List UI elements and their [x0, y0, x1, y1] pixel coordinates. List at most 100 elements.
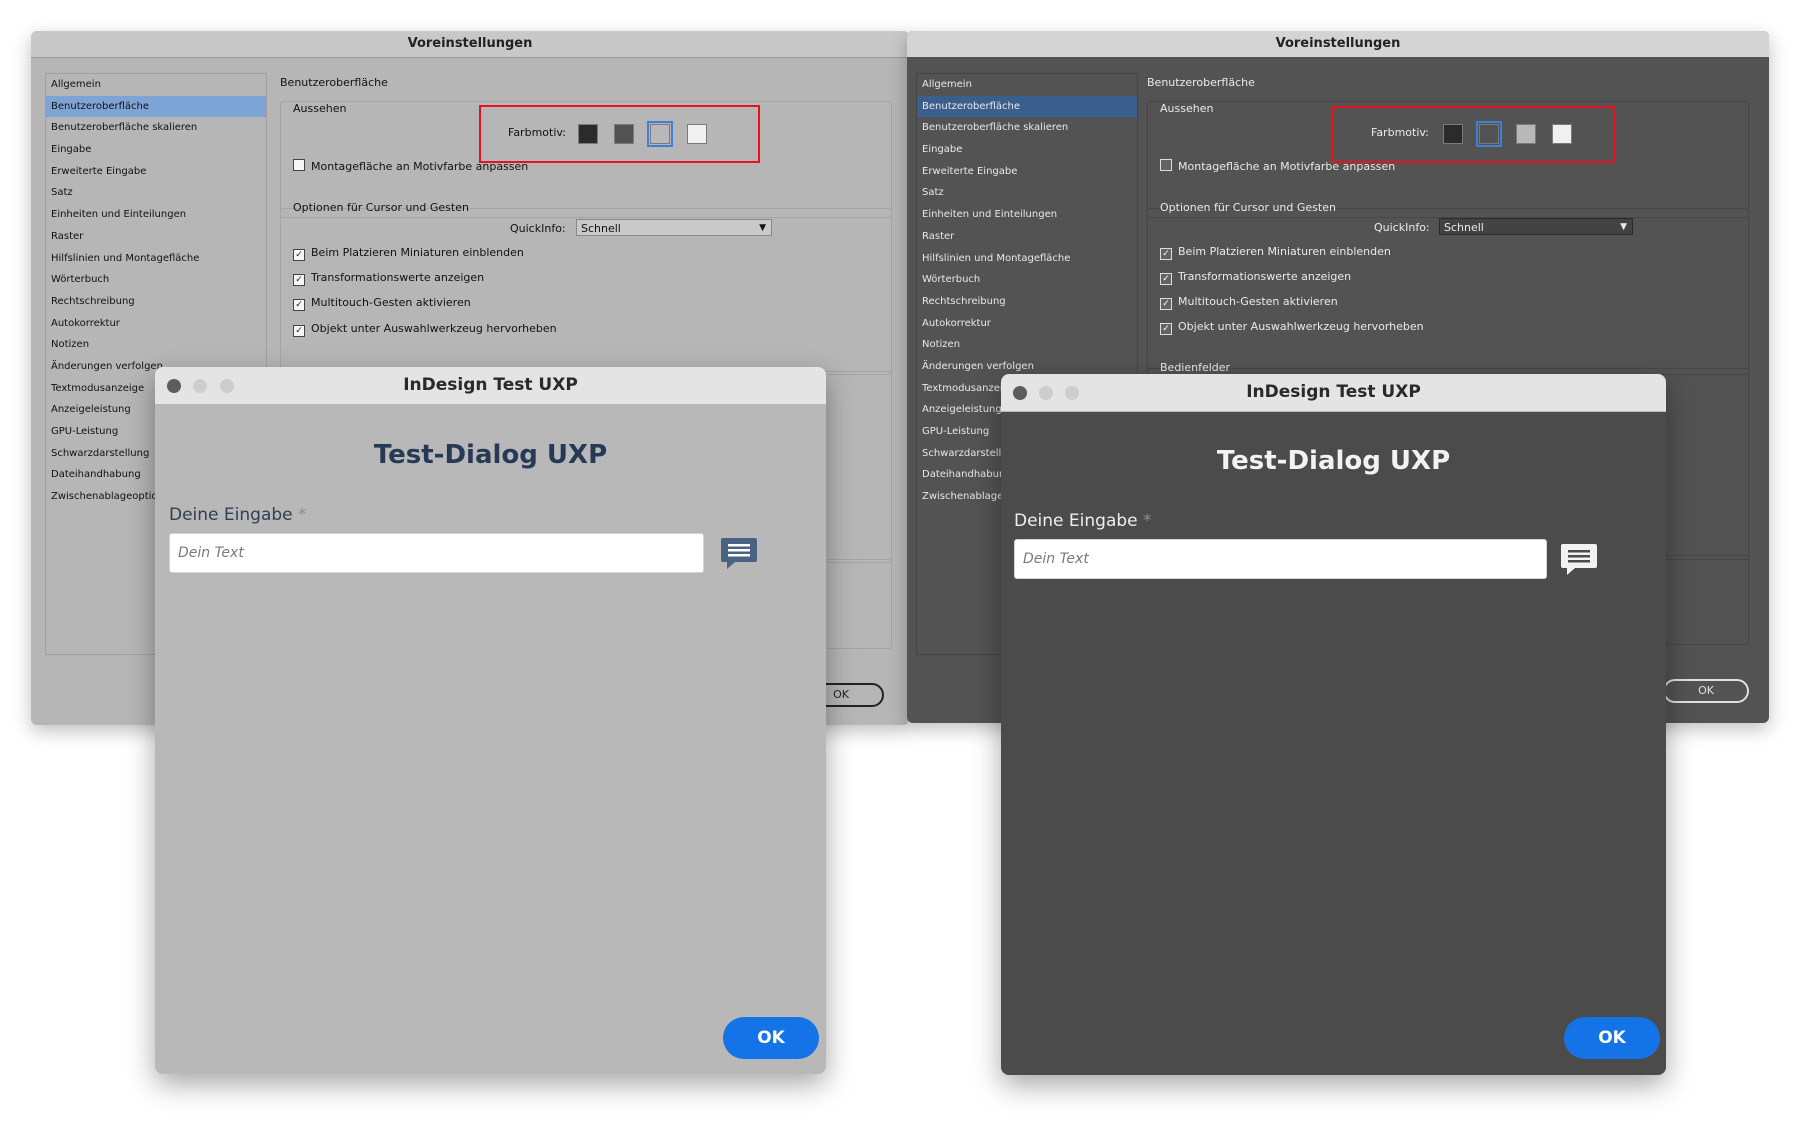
nav-item-satz[interactable]: Satz [46, 182, 266, 204]
pasteboard-option[interactable]: Montagefläche an Motivfarbe anpassen [1160, 159, 1395, 173]
pasteboard-option[interactable]: Montagefläche an Motivfarbe anpassen [293, 159, 528, 173]
ok-button[interactable]: OK [1564, 1017, 1660, 1059]
dialog-heading: Test-Dialog UXP [373, 440, 608, 470]
pasteboard-option-label: Montagefläche an Motivfarbe anpassen [311, 160, 529, 173]
checkbox-checked-icon[interactable]: ✓ [293, 325, 305, 337]
nav-item-eingabe[interactable]: Eingabe [46, 139, 266, 161]
checkbox-checked-icon[interactable]: ✓ [1160, 248, 1172, 260]
nav-item-autokorrektur[interactable]: Autokorrektur [46, 313, 266, 335]
highlight-box [1332, 106, 1615, 163]
option-transform-values[interactable]: ✓ Transformationswerte anzeigen [1160, 270, 1351, 285]
uxp-dialog-light: InDesign Test UXP Test-Dialog UXP Deine … [155, 367, 826, 1074]
option-thumbnails-label: Beim Platzieren Miniaturen einblenden [311, 246, 524, 259]
highlight-box [479, 105, 760, 163]
text-input[interactable] [1014, 539, 1547, 579]
field-label: Deine Eingabe * [1014, 511, 1152, 531]
close-icon[interactable] [1013, 386, 1027, 400]
checkbox-checked-icon[interactable]: ✓ [1160, 298, 1172, 310]
quickinfo-value: Schnell [581, 222, 621, 235]
comment-icon[interactable] [1559, 542, 1599, 578]
cursor-gestures-group-title: Optionen für Cursor und Gesten [1160, 201, 1336, 214]
nav-item-hilfslinien[interactable]: Hilfslinien und Montagefläche [917, 248, 1137, 270]
option-multitouch-label: Multitouch-Gesten aktivieren [1178, 295, 1338, 308]
text-input[interactable] [169, 533, 704, 573]
quickinfo-select[interactable]: Schnell ▼ [576, 219, 772, 236]
checkbox-checked-icon[interactable]: ✓ [1160, 273, 1172, 285]
dialog-heading: Test-Dialog UXP [1216, 446, 1451, 476]
nav-item-rechtschreibung[interactable]: Rechtschreibung [46, 291, 266, 313]
quickinfo-label: QuickInfo: [1374, 221, 1430, 234]
option-multitouch[interactable]: ✓ Multitouch-Gesten aktivieren [293, 296, 471, 311]
minimize-icon[interactable] [193, 379, 207, 393]
option-transform-values[interactable]: ✓ Transformationswerte anzeigen [293, 271, 484, 286]
ok-button[interactable]: OK [723, 1017, 819, 1059]
nav-item-notizen[interactable]: Notizen [46, 334, 266, 356]
nav-item-benutzeroberflaeche[interactable]: Benutzeroberfläche [46, 95, 266, 118]
field-label-text: Deine Eingabe [169, 505, 293, 525]
nav-item-woerterbuch[interactable]: Wörterbuch [46, 269, 266, 291]
close-icon[interactable] [167, 379, 181, 393]
nav-item-satz[interactable]: Satz [917, 182, 1137, 204]
nav-item-woerterbuch[interactable]: Wörterbuch [917, 269, 1137, 291]
prefs-ok-button[interactable]: OK [1663, 679, 1749, 703]
pane-title: Benutzeroberfläche [280, 76, 388, 89]
quickinfo-label: QuickInfo: [510, 222, 566, 235]
appearance-group-title: Aussehen [293, 102, 347, 115]
cursor-gestures-group-title: Optionen für Cursor und Gesten [293, 201, 469, 214]
dialog-title: InDesign Test UXP [1001, 374, 1666, 412]
zoom-icon[interactable] [220, 379, 234, 393]
checkbox-checked-icon[interactable]: ✓ [293, 274, 305, 286]
option-highlight-object[interactable]: ✓ Objekt unter Auswahlwerkzeug hervorhebe… [293, 322, 557, 337]
checkbox-unchecked-icon[interactable] [293, 159, 305, 171]
nav-item-eingabe[interactable]: Eingabe [917, 139, 1137, 161]
option-highlight-object-label: Objekt unter Auswahlwerkzeug hervorheben [1178, 320, 1424, 333]
option-transform-values-label: Transformationswerte anzeigen [311, 271, 485, 284]
chevron-down-icon: ▼ [759, 223, 766, 233]
option-transform-values-label: Transformationswerte anzeigen [1178, 270, 1352, 283]
panels-group-title: Bedienfelder [1160, 361, 1231, 374]
zoom-icon[interactable] [1065, 386, 1079, 400]
minimize-icon[interactable] [1039, 386, 1053, 400]
option-highlight-object[interactable]: ✓ Objekt unter Auswahlwerkzeug hervorhebe… [1160, 320, 1424, 335]
nav-item-allgemein[interactable]: Allgemein [917, 74, 1137, 96]
option-thumbnails[interactable]: ✓ Beim Platzieren Miniaturen einblenden [1160, 245, 1391, 260]
nav-item-erweiterte-eingabe[interactable]: Erweiterte Eingabe [917, 161, 1137, 183]
checkbox-unchecked-icon[interactable] [1160, 159, 1172, 171]
chevron-down-icon: ▼ [1620, 222, 1627, 232]
nav-item-einheiten[interactable]: Einheiten und Einteilungen [917, 204, 1137, 226]
window-title: Voreinstellungen [907, 31, 1769, 57]
nav-item-benutzeroberflaeche[interactable]: Benutzeroberfläche [917, 95, 1137, 118]
pane-title: Benutzeroberfläche [1147, 76, 1255, 89]
field-label-text: Deine Eingabe [1014, 511, 1138, 531]
checkbox-checked-icon[interactable]: ✓ [1160, 323, 1172, 335]
checkbox-checked-icon[interactable]: ✓ [293, 299, 305, 311]
nav-item-hilfslinien[interactable]: Hilfslinien und Montagefläche [46, 248, 266, 270]
uxp-dialog-dark: InDesign Test UXP Test-Dialog UXP Deine … [1001, 374, 1666, 1075]
nav-item-notizen[interactable]: Notizen [917, 334, 1137, 356]
dialog-title: InDesign Test UXP [155, 367, 826, 405]
quickinfo-select[interactable]: Schnell ▼ [1439, 218, 1633, 235]
nav-item-einheiten[interactable]: Einheiten und Einteilungen [46, 204, 266, 226]
nav-item-ui-scaling[interactable]: Benutzeroberfläche skalieren [917, 117, 1137, 139]
nav-item-ui-scaling[interactable]: Benutzeroberfläche skalieren [46, 117, 266, 139]
option-thumbnails[interactable]: ✓ Beim Platzieren Miniaturen einblenden [293, 246, 524, 261]
nav-item-rechtschreibung[interactable]: Rechtschreibung [917, 291, 1137, 313]
required-marker: * [298, 505, 307, 525]
nav-item-autokorrektur[interactable]: Autokorrektur [917, 313, 1137, 335]
checkbox-checked-icon[interactable]: ✓ [293, 249, 305, 261]
pasteboard-option-label: Montagefläche an Motivfarbe anpassen [1178, 160, 1396, 173]
nav-item-allgemein[interactable]: Allgemein [46, 74, 266, 96]
option-highlight-object-label: Objekt unter Auswahlwerkzeug hervorheben [311, 322, 557, 335]
nav-item-raster[interactable]: Raster [46, 226, 266, 248]
quickinfo-value: Schnell [1444, 221, 1484, 234]
nav-item-erweiterte-eingabe[interactable]: Erweiterte Eingabe [46, 161, 266, 183]
window-title: Voreinstellungen [31, 31, 909, 58]
nav-item-raster[interactable]: Raster [917, 226, 1137, 248]
field-label: Deine Eingabe * [169, 505, 307, 525]
option-multitouch-label: Multitouch-Gesten aktivieren [311, 296, 471, 309]
appearance-group-title: Aussehen [1160, 102, 1214, 115]
comment-icon[interactable] [719, 536, 759, 572]
option-thumbnails-label: Beim Platzieren Miniaturen einblenden [1178, 245, 1391, 258]
required-marker: * [1143, 511, 1152, 531]
option-multitouch[interactable]: ✓ Multitouch-Gesten aktivieren [1160, 295, 1338, 310]
